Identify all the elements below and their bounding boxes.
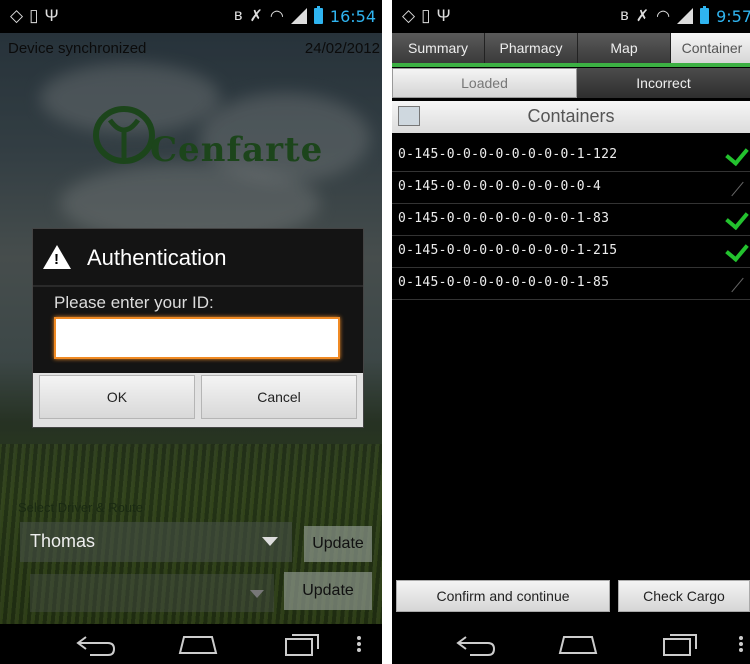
containers-title: Containers bbox=[527, 106, 615, 126]
authentication-dialog: ! Authentication Please enter your ID: O… bbox=[32, 228, 364, 428]
container-code: 0-145-0-0-0-0-0-0-0-0-1-85 bbox=[398, 275, 610, 290]
wifi-icon: ◠ bbox=[269, 8, 284, 25]
chevron-down-icon bbox=[250, 590, 264, 598]
container-row[interactable]: 0-145-0-0-0-0-0-0-0-0-1-83 bbox=[392, 204, 750, 236]
containers-header: Containers bbox=[392, 101, 750, 133]
tab-map[interactable]: Map bbox=[578, 33, 671, 63]
route-select[interactable] bbox=[30, 574, 274, 612]
chevron-down-icon bbox=[262, 537, 278, 546]
status-icons-right: ʙ ✗ ◠ 16:54 bbox=[234, 6, 376, 26]
warning-icon-mark: ! bbox=[54, 251, 59, 268]
status-time: 9:57 bbox=[716, 6, 750, 26]
check-icon bbox=[725, 237, 749, 263]
recent-apps-icon[interactable] bbox=[280, 631, 324, 657]
status-bar: ◇▯Ψ ʙ ✗ ◠ 16:54 bbox=[0, 0, 382, 33]
tab-summary[interactable]: Summary bbox=[392, 33, 485, 63]
back-icon[interactable] bbox=[454, 631, 498, 657]
home-icon[interactable] bbox=[556, 631, 600, 657]
bluetooth-icon: ʙ bbox=[234, 7, 243, 24]
containers-list: 0-145-0-0-0-0-0-0-0-0-1-122 0-145-0-0-0-… bbox=[392, 140, 750, 300]
subtab-loaded[interactable]: Loaded bbox=[392, 68, 577, 98]
check-cargo-button[interactable]: Check Cargo bbox=[618, 580, 750, 612]
mute-icon: ✗ bbox=[635, 8, 650, 25]
ok-button[interactable]: OK bbox=[39, 375, 195, 419]
signal-icon bbox=[290, 8, 307, 24]
container-code: 0-145-0-0-0-0-0-0-0-0-1-215 bbox=[398, 243, 618, 258]
dialog-header: ! Authentication bbox=[33, 229, 363, 287]
status-time: 16:54 bbox=[329, 6, 376, 26]
container-row[interactable]: 0-145-0-0-0-0-0-0-0-0-1-122 bbox=[392, 140, 750, 172]
left-phone-screen: ◇▯Ψ ʙ ✗ ◠ 16:54 Device synchronized 24/0… bbox=[0, 0, 382, 664]
right-phone-screen: ◇▯Ψ ʙ ✗ ◠ 9:57 Summary Pharmacy Map Cont… bbox=[392, 0, 750, 664]
container-row[interactable]: 0-145-0-0-0-0-0-0-0-0-1-85 bbox=[392, 268, 750, 300]
recent-apps-icon[interactable] bbox=[658, 631, 702, 657]
id-input[interactable] bbox=[54, 317, 340, 359]
confirm-continue-button[interactable]: Confirm and continue bbox=[396, 580, 610, 612]
bluetooth-icon: ʙ bbox=[620, 7, 629, 24]
dialog-prompt: Please enter your ID: bbox=[54, 293, 214, 312]
dialog-title: Authentication bbox=[87, 245, 227, 270]
update-driver-button[interactable]: Update bbox=[304, 526, 372, 562]
select-driver-route-label: Select Driver & Route bbox=[18, 500, 143, 515]
status-icons-left: ◇▯Ψ bbox=[10, 6, 65, 26]
wifi-icon: ◠ bbox=[656, 8, 671, 25]
usb-icon: Ψ bbox=[436, 6, 457, 25]
check-icon bbox=[725, 205, 749, 231]
menu-icon[interactable] bbox=[354, 631, 364, 657]
mute-icon: ✗ bbox=[249, 8, 263, 25]
container-row[interactable]: 0-145-0-0-0-0-0-0-0-0-0-4 bbox=[392, 172, 750, 204]
tab-indicator bbox=[392, 63, 750, 67]
tab-container[interactable]: Container bbox=[671, 33, 750, 63]
unchecked-icon bbox=[731, 181, 744, 197]
status-bar: ◇▯Ψ ʙ ✗ ◠ 9:57 bbox=[392, 0, 750, 33]
vibrate-icon: ▯ bbox=[421, 6, 437, 25]
navigation-bar bbox=[392, 624, 750, 664]
cancel-button[interactable]: Cancel bbox=[201, 375, 357, 419]
container-row[interactable]: 0-145-0-0-0-0-0-0-0-0-1-215 bbox=[392, 236, 750, 268]
battery-icon bbox=[700, 6, 710, 24]
main-tab-bar: Summary Pharmacy Map Container bbox=[392, 33, 750, 63]
container-subtabs: Loaded Incorrect bbox=[392, 68, 750, 98]
subtab-incorrect[interactable]: Incorrect bbox=[577, 68, 750, 98]
unchecked-icon bbox=[731, 277, 744, 293]
container-code: 0-145-0-0-0-0-0-0-0-0-0-4 bbox=[398, 179, 602, 194]
battery-icon bbox=[313, 6, 323, 24]
status-icons-left: ◇▯Ψ bbox=[402, 6, 457, 26]
vibrate-icon: ▯ bbox=[29, 6, 45, 25]
menu-icon[interactable] bbox=[736, 631, 746, 657]
driver-select-value: Thomas bbox=[30, 531, 96, 551]
container-code: 0-145-0-0-0-0-0-0-0-0-1-83 bbox=[398, 211, 610, 226]
back-icon[interactable] bbox=[74, 631, 118, 657]
container-code: 0-145-0-0-0-0-0-0-0-0-1-122 bbox=[398, 147, 618, 162]
location-icon: ◇ bbox=[402, 6, 422, 25]
tab-pharmacy[interactable]: Pharmacy bbox=[485, 33, 578, 63]
dialog-button-bar: OK Cancel bbox=[33, 373, 363, 427]
location-icon: ◇ bbox=[10, 6, 30, 25]
status-icons-right: ʙ ✗ ◠ 9:57 bbox=[620, 6, 750, 26]
footer-buttons: Confirm and continue Check Cargo bbox=[392, 580, 750, 612]
signal-icon bbox=[677, 8, 694, 24]
navigation-bar bbox=[0, 624, 382, 664]
check-icon bbox=[725, 141, 749, 167]
update-route-button[interactable]: Update bbox=[284, 572, 372, 610]
usb-icon: Ψ bbox=[44, 6, 65, 25]
home-icon[interactable] bbox=[176, 631, 220, 657]
driver-select[interactable]: Thomas bbox=[20, 522, 292, 562]
